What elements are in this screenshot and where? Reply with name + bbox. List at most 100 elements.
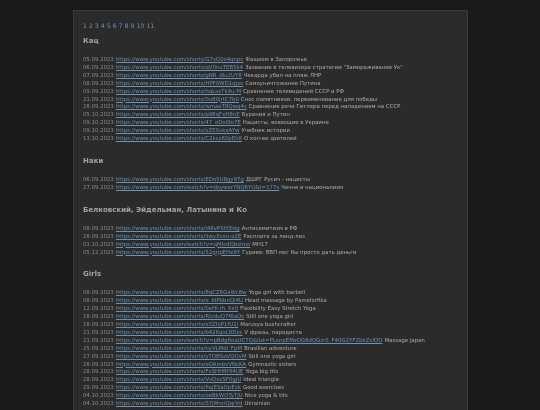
- item-title: V фразы, пародиста: [244, 329, 302, 336]
- item-date: 21.09.2023: [83, 329, 114, 336]
- item-date: 28.09.2023: [83, 369, 114, 376]
- item-title: Ukrainian: [244, 401, 271, 408]
- item-date: 09.09.2023: [83, 88, 114, 95]
- item-link[interactable]: https://www.youtube.com/shorts/EDo5U8gy9…: [116, 177, 244, 183]
- list-item: 04.10.2023 https://www.youtube.com/shorts…: [83, 401, 467, 409]
- item-link[interactable]: https://www.youtube.com/shorts/G7sQ2o4qn…: [116, 57, 244, 63]
- page-link-3[interactable]: 3: [95, 23, 99, 30]
- item-date: 08.09.2023: [83, 225, 114, 232]
- item-title: Brasilian adventure: [244, 345, 297, 352]
- item-link[interactable]: https://www.youtube.com/shorts/nyVLMdl_F…: [116, 346, 242, 352]
- item-date: 04.10.2023: [83, 401, 114, 408]
- item-link[interactable]: https://www.youtube.com/shorts/52grjpEHe…: [116, 250, 240, 256]
- item-link[interactable]: https://www.youtube.com/shorts/FxSHHRHI4…: [116, 369, 243, 375]
- item-date: 28.09.2023: [83, 233, 114, 240]
- item-date: 18.09.2023: [83, 322, 114, 329]
- page-link-5[interactable]: 5: [107, 23, 111, 30]
- item-link[interactable]: https://www.youtube.com/shorts/0eHl-rh_X…: [116, 306, 238, 312]
- page-link-11[interactable]: 11: [146, 23, 154, 30]
- item-link[interactable]: https://www.youtube.com/shorts/fiajESaOp…: [116, 385, 241, 391]
- item-date: 01.10.2023: [83, 241, 114, 248]
- item-link[interactable]: https://www.youtube.com/shorts/RIvduQ7f6…: [116, 314, 244, 320]
- list-item: 21.09.2023 https://www.youtube.com/shorts…: [83, 97, 467, 105]
- page-link-4[interactable]: 4: [101, 23, 105, 30]
- item-date: 08.09.2023: [83, 290, 114, 297]
- item-title: Чекарда убил на пляж ЛНР: [243, 72, 322, 79]
- section: Белковский, Эйдельман, Латынина и Ко 08.0…: [83, 206, 467, 258]
- item-title: Yoga girl with barbell: [248, 290, 306, 297]
- page-link-8[interactable]: 8: [125, 23, 129, 30]
- item-link[interactable]: https://www.youtube.com/shorts/l48vPXH3l…: [116, 226, 240, 232]
- page-link-7[interactable]: 7: [119, 23, 123, 30]
- item-link[interactable]: https://www.youtube.com/shorts/C2kcz82pE…: [116, 136, 242, 142]
- item-date: 06.09.2023: [83, 64, 114, 71]
- item-title: Гуриев: ВВП мог бы просто дать деньги: [242, 249, 357, 256]
- section-title: Белковский, Эйдельман, Латынина и Ко: [83, 205, 247, 214]
- sections: Кац 05.09.2023 https://www.youtube.com/sho…: [83, 37, 467, 409]
- item-link[interactable]: https://www.youtube.com/shorts/gNR_dlu2U…: [116, 73, 242, 79]
- item-link[interactable]: https://www.youtube.com/shorts/qV0nuTEB5…: [116, 65, 243, 71]
- item-title: Head massage by Pamelorfika: [245, 298, 327, 305]
- item-date: 04.10.2023: [83, 393, 114, 400]
- item-link[interactable]: https://www.youtube.com/watch?v=pBdg8oaU…: [116, 338, 383, 344]
- item-link[interactable]: https://www.youtube.com/shorts/e_bIPbbnQ…: [116, 298, 243, 304]
- item-title: Nice yoga & tits: [244, 393, 288, 400]
- item-link[interactable]: https://www.youtube.com/shorts/VsOxxSF0g…: [116, 377, 241, 383]
- section: Наки 06.09.2023 https://www.youtube.com/sh…: [83, 157, 467, 193]
- page-link-9[interactable]: 9: [131, 23, 135, 30]
- page-link-2[interactable]: 2: [89, 23, 93, 30]
- item-date: 07.09.2023: [83, 72, 114, 79]
- item-link[interactable]: https://www.youtube.com/shorts/oeBkWOTyT…: [116, 393, 243, 399]
- page-link-10[interactable]: 10: [136, 23, 144, 30]
- list-item: 09.10.2023 https://www.youtube.com/shorts…: [83, 128, 467, 136]
- list-item: 08.09.2023 https://www.youtube.com/shorts…: [83, 226, 467, 234]
- item-link[interactable]: https://www.youtube.com/shorts/yTOB5oVQO…: [116, 354, 247, 360]
- item-link[interactable]: https://www.youtube.com/shorts/e3ZhjP1fU…: [116, 322, 238, 328]
- list-item: 18.09.2023 https://www.youtube.com/shorts…: [83, 314, 467, 322]
- item-date: 28.09.2023: [83, 104, 114, 111]
- item-link[interactable]: https://www.youtube.com/shorts/S7jMnriQq…: [116, 401, 243, 407]
- item-date: 08.09.2023: [83, 298, 114, 305]
- list-item: 05.12.2023 https://www.youtube.com/shorts…: [83, 250, 467, 258]
- page-link-1[interactable]: 1: [83, 23, 87, 30]
- item-date: 08.09.2023: [83, 80, 114, 87]
- item-title: Ideal triangle: [243, 377, 279, 384]
- item-title: О кол-ве зрителей: [243, 136, 297, 143]
- link-list: 08.09.2023 https://www.youtube.com/shorts…: [83, 226, 467, 258]
- item-link[interactable]: https://www.youtube.com/shorts/p98qFxH8n…: [116, 112, 240, 118]
- item-link[interactable]: https://www.youtube.com/watch?v=qMlcdQbs…: [116, 242, 250, 248]
- item-title: Снос памятников, переименование для побе…: [240, 96, 378, 103]
- list-item: 05.09.2023 https://www.youtube.com/shorts…: [83, 57, 467, 65]
- list-item: 07.09.2023 https://www.youtube.com/shorts…: [83, 73, 467, 81]
- item-title: Расплата за ленд-лиз: [243, 233, 305, 240]
- item-title: ДШРГ Русич - нацисты: [245, 176, 310, 183]
- page-link-6[interactable]: 6: [113, 23, 117, 30]
- item-date: 21.09.2023: [83, 337, 114, 344]
- item-link[interactable]: https://www.youtube.com/shorts/wmaeT8Qwq…: [116, 104, 247, 110]
- item-title: Gymnastic sisters: [248, 361, 297, 368]
- item-link[interactable]: https://www.youtube.com/watch?v=dsywerYN…: [116, 185, 279, 191]
- list-item: 21.09.2023 https://www.youtube.com/shorts…: [83, 330, 467, 338]
- item-link[interactable]: https://www.youtube.com/shorts/ilwy3vxn-…: [116, 234, 241, 240]
- list-item: 08.09.2023 https://www.youtube.com/shorts…: [83, 290, 467, 298]
- list-item: 05.10.2023 https://www.youtube.com/shorts…: [83, 112, 467, 120]
- list-item: 06.09.2023 https://www.youtube.com/shorts…: [83, 177, 467, 185]
- item-link[interactable]: https://www.youtube.com/shorts/47_oOol9o…: [116, 120, 241, 126]
- item-title: Антисемитизм в РФ: [241, 225, 298, 232]
- item-date: 25.09.2023: [83, 345, 114, 352]
- list-item: 28.09.2023 https://www.youtube.com/shorts…: [83, 362, 467, 370]
- section-title: Кац: [83, 37, 99, 45]
- item-link[interactable]: https://www.youtube.com/shorts/eOAmbvVNc…: [116, 362, 246, 368]
- item-link[interactable]: https://www.youtube.com/shorts/HPF0WD1qj…: [116, 81, 243, 87]
- item-link[interactable]: https://www.youtube.com/shorts/8qCZ6GxWc…: [116, 290, 247, 296]
- item-date: 21.09.2023: [83, 96, 114, 103]
- list-item: 18.09.2023 https://www.youtube.com/shorts…: [83, 322, 467, 330]
- list-item: 25.09.2023 https://www.youtube.com/shorts…: [83, 346, 467, 354]
- item-link[interactable]: https://www.youtube.com/shorts/0u80jrtC7…: [116, 97, 239, 103]
- item-title: Самоуничтожение Путина: [245, 80, 321, 87]
- item-link[interactable]: https://www.youtube.com/shorts/vZE0vkxAY…: [116, 128, 240, 134]
- item-date: 06.09.2023: [83, 176, 114, 183]
- item-link[interactable]: https://www.youtube.com/shorts/b42KqxL8D…: [116, 330, 243, 336]
- item-title: Flexibility Easy Stretch Yoga: [240, 306, 316, 313]
- item-link[interactable]: https://www.youtube.com/shorts/hqLsxTk9u…: [116, 89, 241, 95]
